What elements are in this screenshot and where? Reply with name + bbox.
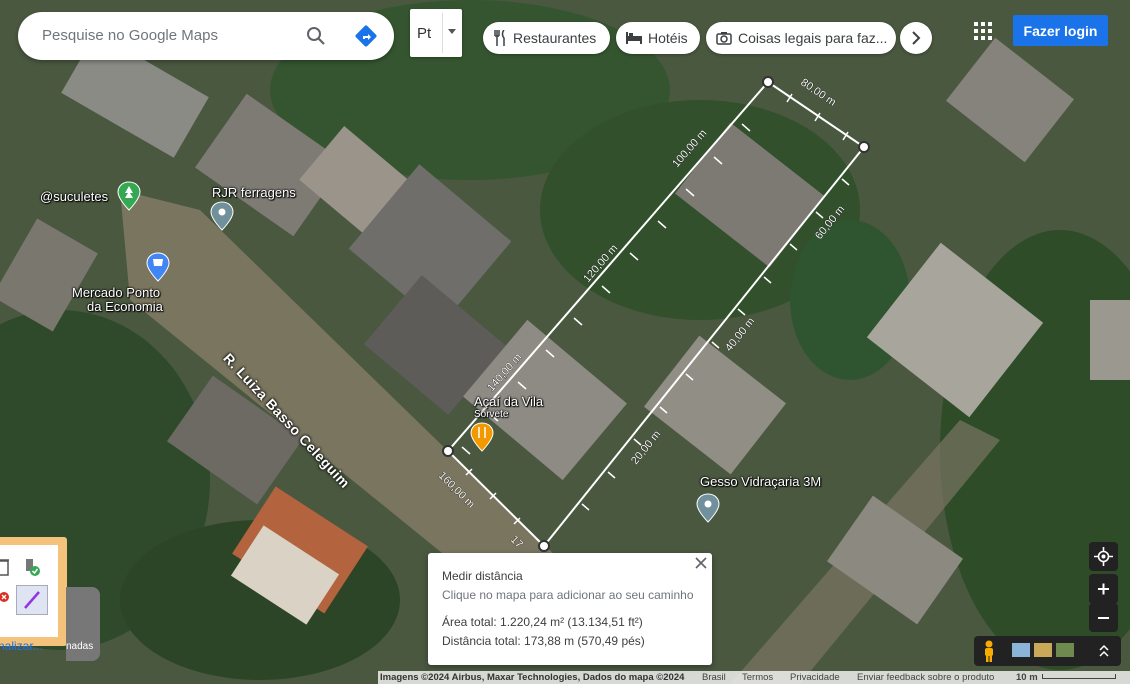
measure-tool-panel: nalizar... (0, 537, 67, 653)
feedback-link[interactable]: Enviar feedback sobre o produto (857, 672, 994, 683)
plus-icon (1098, 583, 1109, 595)
place-label-mercado-2[interactable]: da Economia (87, 299, 163, 314)
scale-bar (1042, 674, 1116, 679)
layer-label: Pt (417, 25, 432, 42)
zoom-in-button[interactable] (1089, 574, 1118, 604)
zoom-out-button[interactable] (1089, 603, 1118, 632)
place-label-mercado-1[interactable]: Mercado Ponto (72, 285, 160, 300)
search-input[interactable]: Pesquise no Google Maps (42, 27, 218, 44)
popup-hint: Clique no mapa para adicionar ao seu cam… (442, 588, 694, 602)
my-location-button[interactable] (1089, 542, 1118, 571)
chip-label: Restaurantes (513, 30, 597, 46)
restaurant-icon (494, 30, 505, 46)
chips-next-button[interactable] (900, 22, 932, 54)
locate-icon (1094, 547, 1113, 566)
place-label-suculetes[interactable]: @suculetes (40, 189, 108, 204)
chip-label: Hotéis (648, 30, 688, 46)
chevron-up-icon[interactable] (1098, 643, 1110, 659)
place-label-rjr[interactable]: RJR ferragens (212, 185, 296, 200)
close-icon[interactable] (694, 556, 708, 570)
region-link[interactable]: Brasil (702, 672, 726, 683)
pegman-icon[interactable] (982, 640, 996, 662)
attribution-bar: Imagens ©2024 Airbus, Maxar Technologies… (378, 671, 1130, 684)
imagery-credit: Imagens ©2024 Airbus, Maxar Technologies… (380, 672, 685, 683)
chip-restaurantes[interactable]: Restaurantes (483, 22, 610, 54)
popup-title: Medir distância (442, 569, 523, 583)
directions-icon[interactable] (354, 24, 378, 48)
apps-grid-icon[interactable] (974, 22, 992, 40)
place-label-acai[interactable]: Açaí da Vila (474, 394, 543, 409)
chip-hoteis[interactable]: Hotéis (616, 22, 700, 54)
scale-label[interactable]: 10 m (1016, 672, 1038, 683)
terms-link[interactable]: Termos (742, 672, 773, 683)
camera-icon (716, 32, 732, 45)
layers-thumbnail-label: nadas (66, 641, 94, 652)
ruler-tool-button[interactable] (16, 585, 48, 615)
measure-distance-popup: Medir distância Clique no mapa para adic… (428, 553, 712, 665)
place-sublabel-acai: Sorvete (474, 409, 509, 420)
divider (442, 13, 443, 53)
search-box[interactable]: Pesquise no Google Maps (18, 12, 394, 60)
login-button[interactable]: Fazer login (1013, 15, 1108, 46)
popup-distance: Distância total: 173,88 m (570,49 pés) (442, 634, 645, 648)
street-view-bar (974, 636, 1121, 666)
chip-label: Coisas legais para faz... (738, 30, 888, 46)
chip-coisas-legais[interactable]: Coisas legais para faz... (706, 22, 896, 54)
chevron-down-icon[interactable] (448, 29, 456, 34)
minus-icon (1098, 617, 1109, 619)
layer-toggle-button[interactable]: Pt (410, 9, 462, 57)
popup-area: Área total: 1.220,24 m² (13.134,51 ft²) (442, 615, 643, 629)
trash-icon[interactable] (0, 557, 10, 577)
plug-check-icon[interactable] (23, 557, 41, 577)
chevron-right-icon (912, 31, 921, 45)
place-label-gesso[interactable]: Gesso Vidraçaria 3M (700, 474, 821, 489)
measure-tool-inner: nalizar... (0, 545, 58, 653)
personalize-link[interactable]: nalizar... (0, 639, 43, 653)
privacy-link[interactable]: Privacidade (790, 672, 840, 683)
remove-icon[interactable] (0, 589, 10, 605)
search-icon[interactable] (304, 24, 328, 48)
layer-thumb-3[interactable] (1056, 643, 1074, 657)
hotel-icon (626, 32, 642, 44)
layer-thumb-1[interactable] (1012, 643, 1030, 657)
layer-thumb-2[interactable] (1034, 643, 1052, 657)
pen-icon (24, 591, 40, 609)
layers-thumbnail[interactable]: nadas (66, 587, 100, 661)
